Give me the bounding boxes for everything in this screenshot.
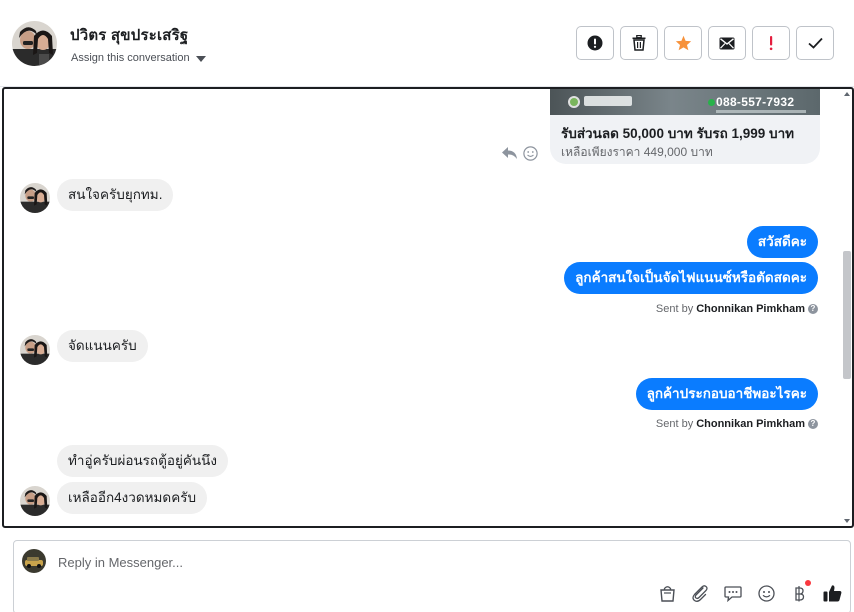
incoming-message: ทำอู่ครับผ่อนรถตู้อยู่คันนึง xyxy=(57,445,228,477)
ad-description: เหลือเพียงราคา 449,000 บาท xyxy=(561,145,713,159)
conversation-header: ปวิตร สุขประเสริฐ Assign this conversati… xyxy=(0,0,854,87)
scroll-thumb[interactable] xyxy=(843,251,851,379)
ad-card[interactable]: 088-557-7932 รับส่วนลด 50,000 บาท รับรถ … xyxy=(550,89,820,164)
reply-input[interactable] xyxy=(58,551,758,573)
notification-dot xyxy=(805,580,811,586)
scroll-down-arrow-icon[interactable] xyxy=(844,519,850,523)
star-icon xyxy=(675,35,691,51)
sender-name: Chonnikan Pimkham xyxy=(696,418,805,430)
delete-button[interactable] xyxy=(620,26,658,60)
thread-scrollbar[interactable] xyxy=(840,89,852,526)
contact-avatar-small[interactable] xyxy=(20,486,50,516)
ad-banner-subtext xyxy=(716,110,806,113)
dealer-logo-icon xyxy=(568,96,580,108)
outgoing-message: ลูกค้าประกอบอาชีพอะไรคะ xyxy=(635,378,818,410)
assign-label: Assign this conversation xyxy=(71,52,190,64)
dealer-logo-text xyxy=(584,96,632,106)
chat-bubble-icon[interactable] xyxy=(723,583,743,603)
assign-conversation-dropdown[interactable]: Assign this conversation xyxy=(71,52,206,64)
thumbs-up-icon[interactable] xyxy=(822,583,842,603)
spam-button[interactable] xyxy=(576,26,614,60)
outgoing-message: สวัสดีคะ xyxy=(746,226,818,258)
contact-name: ปวิตร สุขประเสริฐ xyxy=(70,27,189,44)
reply-icon[interactable] xyxy=(501,146,518,165)
paperclip-icon[interactable] xyxy=(690,583,710,603)
checkmark-icon xyxy=(807,37,823,49)
help-icon[interactable]: ? xyxy=(808,419,818,429)
star-button[interactable] xyxy=(664,26,702,60)
follow-up-button[interactable] xyxy=(752,26,790,60)
caret-down-icon xyxy=(195,55,206,62)
exclamation-icon xyxy=(769,36,773,51)
ad-title: รับส่วนลด 50,000 บาท รับรถ 1,999 บาท xyxy=(561,126,795,141)
done-button[interactable] xyxy=(796,26,834,60)
phone-icon xyxy=(708,99,715,106)
ad-phone-number: 088-557-7932 xyxy=(716,95,795,109)
composer-toolbar xyxy=(657,580,842,603)
alert-circle-icon xyxy=(587,35,603,51)
envelope-icon xyxy=(719,37,735,49)
react-smiley-icon[interactable] xyxy=(523,146,538,166)
contact-avatar-small[interactable] xyxy=(20,183,50,213)
incoming-message: สนใจครับยุกทม. xyxy=(57,179,174,211)
contact-avatar-small[interactable] xyxy=(20,335,50,365)
scroll-up-arrow-icon[interactable] xyxy=(844,92,850,96)
mark-unread-button[interactable] xyxy=(708,26,746,60)
sender-name: Chonnikan Pimkham xyxy=(696,303,805,315)
contact-avatar[interactable] xyxy=(12,21,57,66)
conversation-actions xyxy=(576,26,834,60)
sent-by-label: Sent by Chonnikan Pimkham ? xyxy=(656,303,818,315)
baht-icon[interactable] xyxy=(789,580,811,603)
trash-icon xyxy=(632,35,646,51)
reply-composer xyxy=(13,540,851,612)
bag-icon[interactable] xyxy=(657,583,677,603)
incoming-message: เหลืออีก4งวดหมดครับ xyxy=(57,482,208,514)
help-icon[interactable]: ? xyxy=(808,304,818,314)
avatar-photo xyxy=(12,21,57,66)
smiley-icon[interactable] xyxy=(756,583,776,603)
sent-by-label: Sent by Chonnikan Pimkham ? xyxy=(656,418,818,430)
message-thread[interactable]: 088-557-7932 รับส่วนลด 50,000 บาท รับรถ … xyxy=(2,87,854,528)
sent-by-prefix: Sent by xyxy=(655,303,694,315)
ad-banner-image: 088-557-7932 xyxy=(550,89,820,115)
incoming-message: จัดแนนครับ xyxy=(57,330,148,362)
page-avatar xyxy=(22,549,46,573)
sent-by-prefix: Sent by xyxy=(655,418,694,430)
outgoing-message: ลูกค้าสนใจเป็นจัดไฟแนนซ์หรือตัดสดคะ xyxy=(564,262,818,294)
